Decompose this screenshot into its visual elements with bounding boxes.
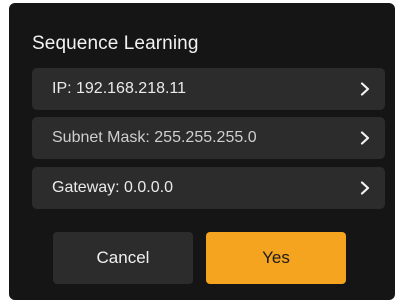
chevron-right-icon [360,131,370,145]
chevron-right-icon [360,181,370,195]
gateway-row[interactable]: Gateway: 0.0.0.0 [32,167,385,209]
cancel-button[interactable]: Cancel [53,232,193,284]
ip-row[interactable]: IP: 192.168.218.11 [32,68,385,110]
dialog-title: Sequence Learning [32,33,199,54]
subnet-mask-label: Subnet Mask: 255.255.255.0 [52,129,257,146]
yes-button[interactable]: Yes [206,232,346,284]
subnet-mask-row[interactable]: Subnet Mask: 255.255.255.0 [32,117,385,159]
ip-label: IP: 192.168.218.11 [52,80,187,97]
chevron-right-icon [360,82,370,96]
gateway-label: Gateway: 0.0.0.0 [52,179,173,196]
